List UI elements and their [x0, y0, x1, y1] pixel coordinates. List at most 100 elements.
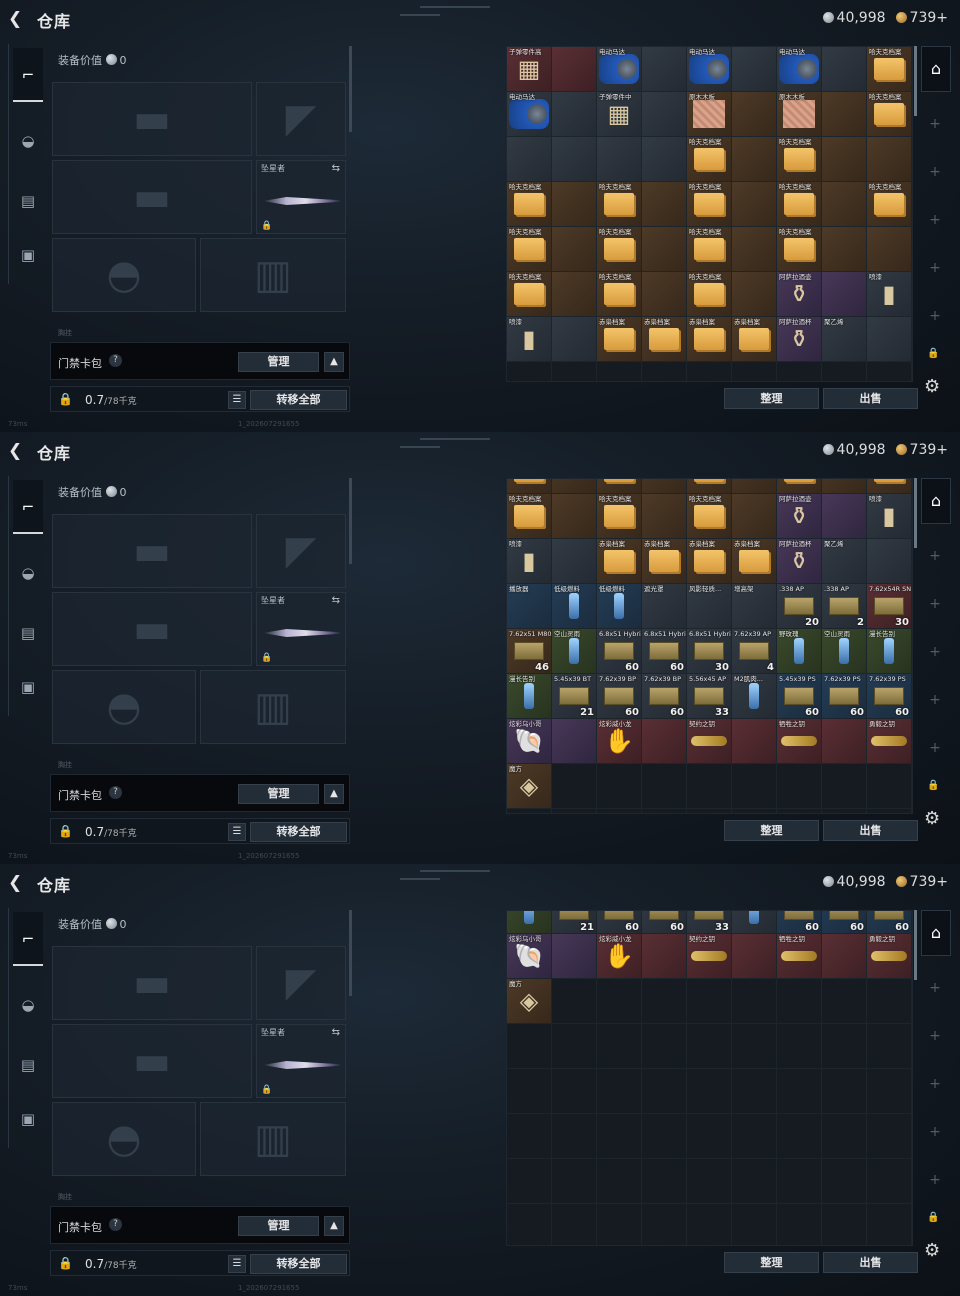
stash-item[interactable]: 哈夫克档案	[597, 182, 642, 227]
add-tab-icon[interactable]: +	[927, 308, 943, 324]
gun-icon[interactable]: ⌐	[13, 912, 43, 966]
stash-item[interactable]	[732, 272, 777, 317]
empty-slot[interactable]	[642, 979, 687, 1024]
stash-item[interactable]: 魔方 ◈	[507, 979, 552, 1024]
empty-slot[interactable]	[867, 809, 912, 813]
stash-item[interactable]	[597, 479, 642, 494]
manage-button[interactable]: 管理	[238, 784, 319, 804]
empty-slot[interactable]	[777, 1204, 822, 1245]
empty-slot[interactable]	[732, 1159, 777, 1204]
empty-slot[interactable]	[552, 1114, 597, 1159]
warehouse-icon[interactable]: ⌂	[921, 910, 951, 956]
empty-slot[interactable]	[552, 979, 597, 1024]
back-arrow-icon[interactable]: ❮	[8, 9, 22, 29]
stash-item[interactable]: 哈夫克档案	[687, 272, 732, 317]
stash-item[interactable]	[552, 764, 597, 809]
stash-item[interactable]: 漫长告别	[867, 629, 912, 674]
stash-item[interactable]: 炫彩威小龙 ✋	[597, 719, 642, 764]
empty-slot[interactable]	[777, 979, 822, 1024]
stash-item[interactable]: 21	[552, 911, 597, 934]
stash-item[interactable]: 哈夫克档案	[687, 227, 732, 272]
empty-slot[interactable]	[642, 809, 687, 813]
help-icon[interactable]: ?	[109, 354, 122, 367]
stash-item[interactable]: 赤枭档案	[642, 317, 687, 362]
add-tab-icon[interactable]: +	[927, 164, 943, 180]
empty-slot[interactable]	[597, 809, 642, 813]
vest-icon[interactable]: ▤	[13, 1050, 43, 1080]
pistol-slot[interactable]: ◤	[256, 82, 346, 156]
helmet-slot[interactable]: ◓	[52, 670, 196, 744]
stash-item[interactable]: 哈夫克档案	[597, 494, 642, 539]
stash-item[interactable]: 低级燃料	[597, 584, 642, 629]
add-tab-icon[interactable]: +	[927, 548, 943, 564]
briefcase-icon[interactable]: ▣	[13, 240, 43, 270]
gun-icon[interactable]: ⌐	[13, 48, 43, 102]
add-tab-icon[interactable]: +	[927, 1028, 943, 1044]
empty-slot[interactable]	[552, 809, 597, 813]
stash-item[interactable]: 哈夫克档案	[507, 182, 552, 227]
stash-item[interactable]: 赤枭档案	[642, 539, 687, 584]
empty-slot[interactable]	[597, 1114, 642, 1159]
stash-item[interactable]: 子弹零件高 ▦	[507, 47, 552, 92]
empty-slot[interactable]	[732, 1069, 777, 1114]
stash-item[interactable]	[732, 47, 777, 92]
stash-grid[interactable]: 21 60 60 33 60 60 60 炫彩乌小哥 🐚 炫彩威小龙 ✋ 契约之…	[506, 910, 913, 1246]
armor-slot[interactable]: ▥	[200, 1102, 346, 1176]
expand-up-icon[interactable]: ▲	[324, 352, 344, 372]
empty-slot[interactable]	[507, 362, 552, 381]
armor-slot[interactable]: ▥	[200, 670, 346, 744]
add-tab-icon[interactable]: +	[927, 1172, 943, 1188]
stash-item[interactable]: 哈夫克档案	[777, 227, 822, 272]
stash-item[interactable]	[642, 934, 687, 979]
list-icon[interactable]: ☰	[228, 1255, 246, 1273]
sell-button[interactable]: 出售	[823, 388, 918, 409]
empty-slot[interactable]	[777, 1159, 822, 1204]
stash-item[interactable]: 7.62x54R SNB 30	[867, 584, 912, 629]
lock-icon[interactable]: 🔒	[58, 824, 73, 838]
secondary-weapon-slot[interactable]: ▬	[52, 160, 252, 234]
equipment-scrollbar[interactable]	[349, 46, 352, 132]
stash-item[interactable]: 赤枭档案	[597, 539, 642, 584]
stash-item[interactable]	[822, 92, 867, 137]
lock-icon[interactable]: 🔒	[58, 392, 73, 406]
stash-item[interactable]: 电动马达	[687, 47, 732, 92]
add-tab-icon[interactable]: +	[927, 1124, 943, 1140]
empty-slot[interactable]	[597, 764, 642, 809]
empty-slot[interactable]	[642, 362, 687, 381]
add-tab-icon[interactable]: +	[927, 692, 943, 708]
empty-slot[interactable]	[687, 809, 732, 813]
empty-slot[interactable]	[597, 1204, 642, 1245]
stash-item[interactable]	[732, 92, 777, 137]
stash-item[interactable]: 炫彩威小龙 ✋	[597, 934, 642, 979]
stash-item[interactable]	[822, 719, 867, 764]
gear-icon[interactable]: ⚙	[924, 1240, 940, 1261]
empty-slot[interactable]	[687, 1204, 732, 1245]
stash-item[interactable]: 哈夫克档案	[867, 92, 912, 137]
stash-item[interactable]	[552, 272, 597, 317]
stash-item[interactable]: 7.62x39 PS 60	[867, 674, 912, 719]
add-tab-icon[interactable]: +	[927, 116, 943, 132]
gold-currency[interactable]: 739+	[895, 874, 948, 890]
back-arrow-icon[interactable]: ❮	[8, 441, 22, 461]
empty-slot[interactable]	[507, 1114, 552, 1159]
transfer-all-button[interactable]: 转移全部	[250, 1254, 347, 1274]
stash-item[interactable]	[687, 479, 732, 494]
stash-item[interactable]: 契约之钥	[687, 934, 732, 979]
stash-item[interactable]	[822, 47, 867, 92]
empty-slot[interactable]	[507, 1159, 552, 1204]
stash-item[interactable]: 低级燃料	[552, 584, 597, 629]
stash-item[interactable]	[552, 182, 597, 227]
stash-item[interactable]: 哈夫克档案	[867, 47, 912, 92]
back-arrow-icon[interactable]: ❮	[8, 873, 22, 893]
empty-slot[interactable]	[552, 1204, 597, 1245]
pistol-slot[interactable]: ◤	[256, 946, 346, 1020]
stash-item[interactable]: 哈夫克档案	[777, 182, 822, 227]
transfer-all-button[interactable]: 转移全部	[250, 390, 347, 410]
empty-slot[interactable]	[642, 1159, 687, 1204]
stash-item[interactable]: 空山灵雨	[822, 629, 867, 674]
empty-slot[interactable]	[777, 1069, 822, 1114]
stash-item[interactable]: 哈夫克档案	[687, 182, 732, 227]
gear-icon[interactable]: ⚙	[924, 376, 940, 397]
armor-slot[interactable]: ▥	[200, 238, 346, 312]
gold-currency[interactable]: 739+	[895, 442, 948, 458]
